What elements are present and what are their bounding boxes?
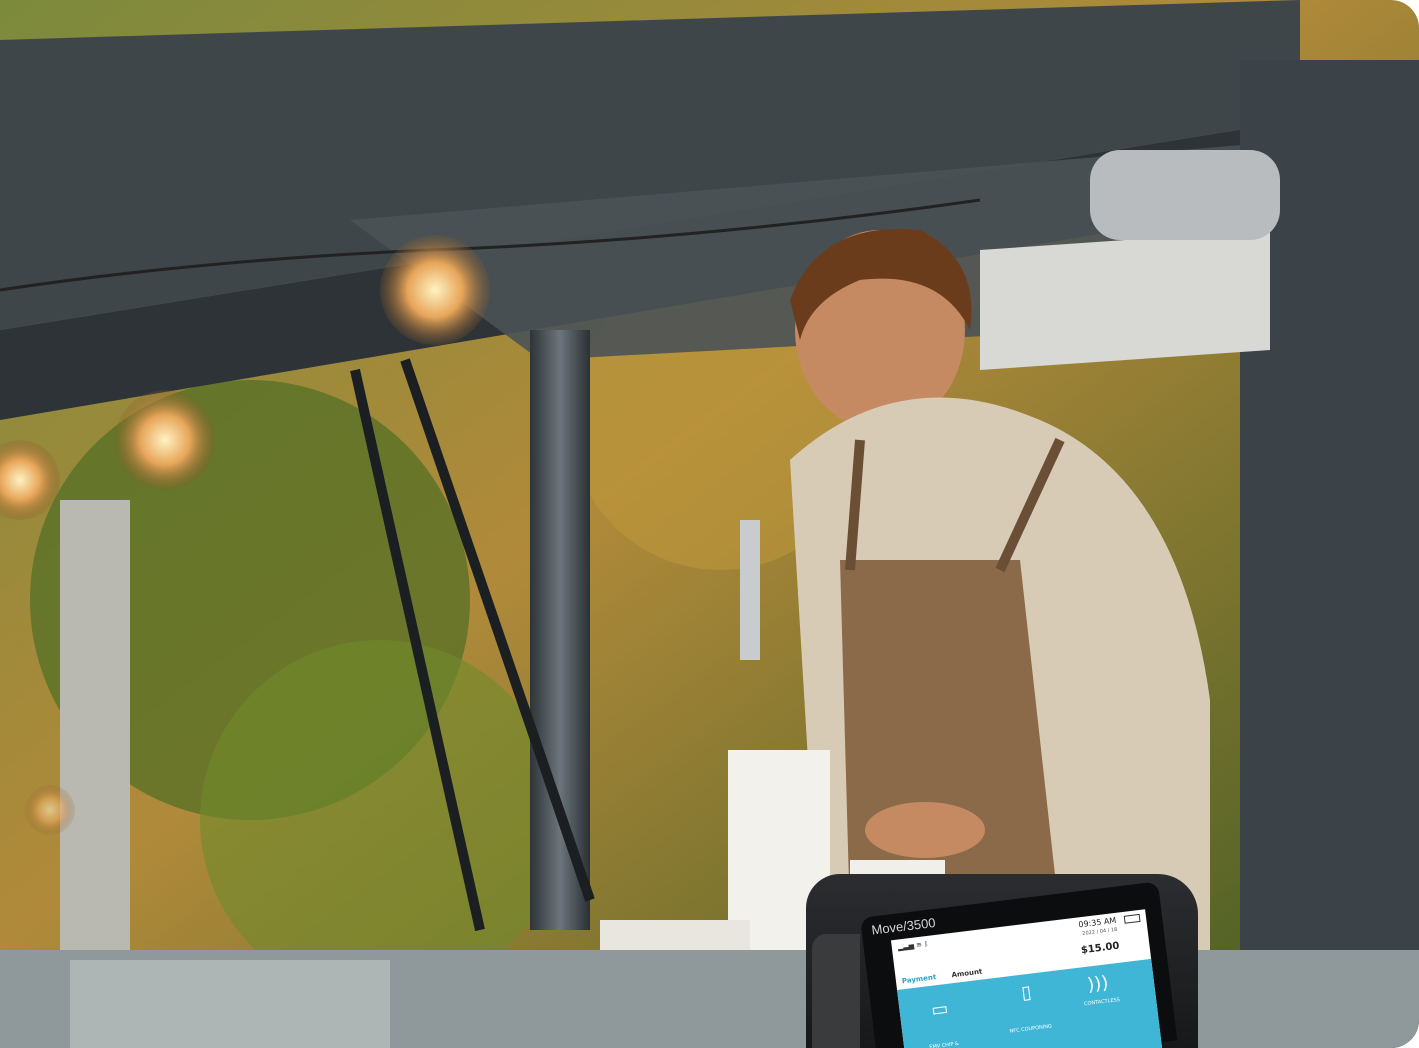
option-nfc-couponing[interactable]: NFC COUPONING: [1001, 1022, 1061, 1035]
payment-terminal: ingenico Move/3500 ▂▃▅ ≋ ᛒ 09:35 AM 2022…: [806, 874, 1198, 1048]
terminal-model-label: Move/3500: [870, 914, 937, 938]
payment-amount: $15.00: [1080, 940, 1121, 957]
tab-payment[interactable]: Payment: [902, 973, 937, 985]
food-truck-photo: ingenico Move/3500 ▂▃▅ ≋ ᛒ 09:35 AM 2022…: [0, 0, 1419, 1048]
signal-wifi-bluetooth-icon: ▂▃▅ ≋ ᛒ: [897, 939, 929, 952]
option-emv-chip[interactable]: EMV CHIP &: [914, 1039, 974, 1048]
tab-amount[interactable]: Amount: [951, 968, 983, 980]
scene-illustration: [0, 0, 1419, 1048]
phone-coupon-icon[interactable]: ▯: [1005, 980, 1047, 1006]
terminal-side-panel: [812, 934, 860, 1048]
card-icon[interactable]: ▭: [919, 997, 961, 1023]
payment-options-panel: ▭ ▯ ))) EMV CHIP & NFC COUPONING CONTACT…: [897, 958, 1163, 1048]
battery-icon: [1123, 913, 1141, 924]
contactless-icon[interactable]: ))): [1077, 971, 1119, 997]
option-contactless[interactable]: CONTACTLESS: [1072, 995, 1132, 1008]
